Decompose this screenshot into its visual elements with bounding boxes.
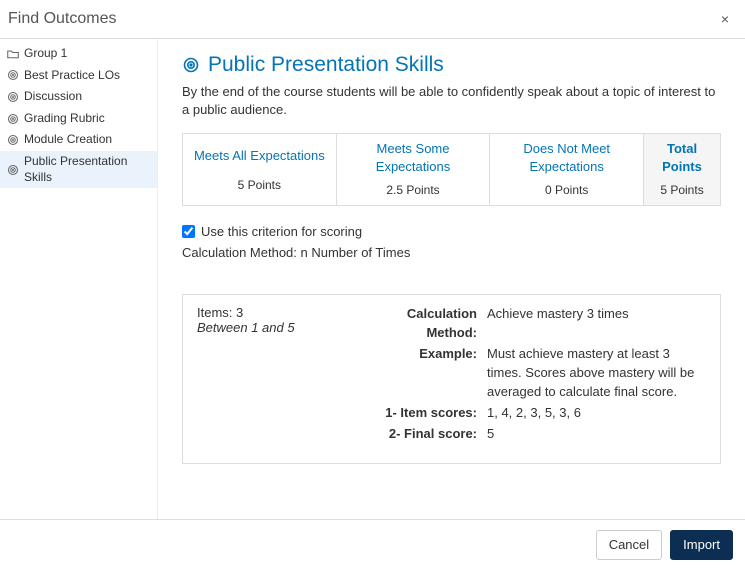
criterion-title: Meets Some Expectations	[337, 134, 490, 179]
calculation-detail-left: Items: 3 Between 1 and 5	[197, 305, 327, 445]
sidebar-item-label: Module Creation	[24, 132, 112, 148]
calculation-detail-right: Calculation Method: Achieve mastery 3 ti…	[355, 305, 706, 445]
target-icon	[6, 68, 20, 82]
sidebar-item-label: Discussion	[24, 89, 82, 105]
calculation-detail-box: Items: 3 Between 1 and 5 Calculation Met…	[182, 294, 721, 464]
sidebar-item-module-creation[interactable]: Module Creation	[0, 129, 157, 151]
detail-value: Must achieve mastery at least 3 times. S…	[487, 345, 706, 402]
detail-key: 2- Final score:	[355, 425, 487, 444]
modal-footer: Cancel Import	[0, 519, 745, 570]
target-icon	[6, 163, 20, 177]
criterion-points: 5 Points	[644, 179, 720, 205]
sidebar-item-group-1[interactable]: Group 1	[0, 43, 157, 65]
cancel-button[interactable]: Cancel	[596, 530, 662, 560]
use-for-scoring-label: Use this criterion for scoring	[201, 224, 362, 239]
detail-value: 1, 4, 2, 3, 5, 3, 6	[487, 404, 706, 423]
target-icon	[6, 112, 20, 126]
outcome-title: Public Presentation Skills	[208, 53, 444, 77]
outcome-sidebar: Group 1 Best Practice LOs Discussion Gra…	[0, 39, 158, 519]
outcome-title-row: Public Presentation Skills	[182, 53, 721, 77]
close-icon: ×	[721, 11, 729, 27]
items-range: Between 1 and 5	[197, 320, 327, 335]
detail-row-item-scores: 1- Item scores: 1, 4, 2, 3, 5, 3, 6	[355, 404, 706, 423]
detail-row-calculation-method: Calculation Method: Achieve mastery 3 ti…	[355, 305, 706, 343]
outcome-detail-panel: Public Presentation Skills By the end of…	[158, 39, 745, 519]
detail-key: Calculation Method:	[355, 305, 487, 343]
sidebar-item-label: Group 1	[24, 46, 67, 62]
modal-header: Find Outcomes ×	[0, 0, 745, 39]
detail-row-final-score: 2- Final score: 5	[355, 425, 706, 444]
criterion-title: Total Points	[644, 134, 720, 179]
criterion-title: Does Not Meet Expectations	[490, 134, 643, 179]
items-count: Items: 3	[197, 305, 327, 320]
calculation-method-line: Calculation Method: n Number of Times	[182, 245, 721, 260]
detail-key: Example:	[355, 345, 487, 402]
outcome-description: By the end of the course students will b…	[182, 83, 721, 119]
use-for-scoring-checkbox[interactable]	[182, 225, 195, 238]
sidebar-item-best-practice-los[interactable]: Best Practice LOs	[0, 65, 157, 87]
criterion-title: Meets All Expectations	[183, 134, 336, 174]
detail-value: 5	[487, 425, 706, 444]
modal-title: Find Outcomes	[8, 6, 116, 32]
criteria-table: Meets All Expectations 5 Points Meets So…	[182, 133, 721, 206]
sidebar-item-discussion[interactable]: Discussion	[0, 86, 157, 108]
target-icon	[182, 56, 200, 74]
criterion-points: 2.5 Points	[337, 179, 490, 205]
criterion-col-total: Total Points 5 Points	[644, 134, 720, 205]
detail-row-example: Example: Must achieve mastery at least 3…	[355, 345, 706, 402]
criterion-col-meets-all: Meets All Expectations 5 Points	[183, 134, 337, 205]
target-icon	[6, 133, 20, 147]
sidebar-item-label: Public Presentation Skills	[24, 154, 151, 185]
close-button[interactable]: ×	[717, 11, 733, 27]
use-for-scoring-row[interactable]: Use this criterion for scoring	[182, 224, 721, 239]
import-button[interactable]: Import	[670, 530, 733, 560]
criterion-points: 5 Points	[183, 174, 336, 200]
detail-key: 1- Item scores:	[355, 404, 487, 423]
target-icon	[6, 90, 20, 104]
criterion-col-meets-some: Meets Some Expectations 2.5 Points	[337, 134, 491, 205]
criterion-col-does-not-meet: Does Not Meet Expectations 0 Points	[490, 134, 644, 205]
sidebar-item-label: Grading Rubric	[24, 111, 105, 127]
sidebar-item-public-presentation-skills[interactable]: Public Presentation Skills	[0, 151, 157, 188]
folder-icon	[6, 47, 20, 61]
modal-body: Group 1 Best Practice LOs Discussion Gra…	[0, 39, 745, 519]
criterion-points: 0 Points	[490, 179, 643, 205]
sidebar-item-label: Best Practice LOs	[24, 68, 120, 84]
detail-value: Achieve mastery 3 times	[487, 305, 706, 343]
sidebar-item-grading-rubric[interactable]: Grading Rubric	[0, 108, 157, 130]
